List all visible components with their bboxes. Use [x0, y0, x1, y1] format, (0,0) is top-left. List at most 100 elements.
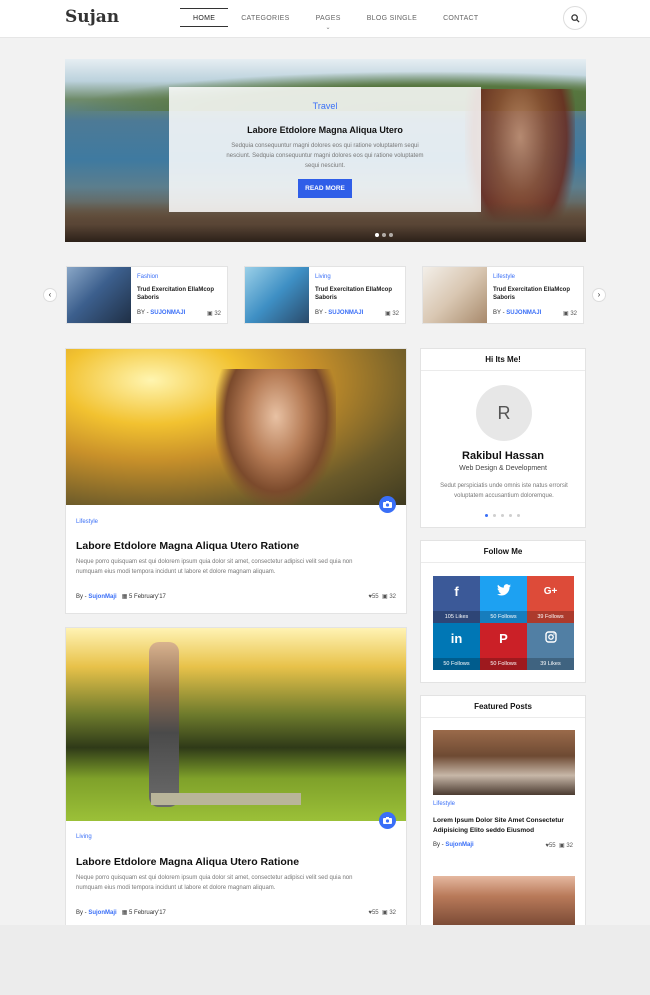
pinterest-icon: P — [499, 631, 508, 646]
mini-post-author: BY - SUJONMAJI — [137, 310, 186, 316]
featured-post-meta: By - SujonMaji — [433, 842, 474, 848]
nav-pages[interactable]: PAGES ⌄ — [303, 0, 354, 38]
featured-post-image[interactable] — [433, 876, 575, 926]
profile-description: Sedut perspiciatis unde omnis iste natus… — [440, 483, 568, 499]
mini-post-thumbnail[interactable] — [67, 267, 131, 323]
nav-categories[interactable]: CATEGORIES — [228, 0, 302, 38]
slider-dot[interactable] — [501, 514, 504, 517]
mini-post-thumbnail[interactable] — [245, 267, 309, 323]
hero-text: Sedquia consequuntur magni dolores eos q… — [226, 143, 424, 169]
site-header: Sujan HOME CATEGORIES PAGES ⌄ BLOG SINGL… — [0, 0, 650, 38]
comment-icon[interactable]: ▣ — [382, 910, 388, 916]
camera-icon[interactable] — [379, 496, 396, 513]
carousel-next-button[interactable]: › — [592, 288, 606, 302]
mini-post-card[interactable]: Lifestyle Trud Exercitation EllaMcop Sab… — [422, 266, 584, 324]
mini-post-title[interactable]: Trud Exercitation EllaMcop Saboris — [137, 287, 223, 302]
nav-pages-label: PAGES — [315, 15, 341, 22]
post-title[interactable]: Labore Etdolore Magna Aliqua Utero Ratio… — [76, 856, 299, 868]
site-logo[interactable]: Sujan — [65, 7, 119, 27]
chevron-down-icon: ⌄ — [325, 25, 331, 31]
comment-icon: ▣ — [206, 311, 213, 317]
post-excerpt: Neque porro quisquam est qui dolorem ips… — [76, 559, 353, 575]
pinterest-button[interactable]: P 50 Follows — [480, 623, 527, 670]
hero-title[interactable]: Labore Etdolore Magna Aliqua Utero — [169, 125, 481, 135]
search-button[interactable] — [563, 6, 587, 30]
post-meta: By - SujonMaji ▦ 5 February'17 — [76, 594, 166, 600]
featured-post-author[interactable]: SujonMaji — [445, 842, 473, 848]
page-footer-area — [0, 925, 650, 995]
hero-dots — [375, 233, 393, 237]
post-stats: ♥55 ▣ 32 — [368, 910, 396, 916]
calendar-icon: ▦ — [121, 594, 128, 600]
comment-icon: ▣ — [384, 311, 391, 317]
slider-dot[interactable] — [517, 514, 520, 517]
mini-post-comments: ▣ 32 — [562, 311, 577, 317]
slider-dot[interactable] — [375, 233, 379, 237]
post-date: 5 February'17 — [129, 910, 166, 916]
comment-icon[interactable]: ▣ — [559, 843, 565, 849]
post-image[interactable] — [66, 628, 406, 821]
social-grid: f 105 Likes 50 Follows G+ 39 Follows in … — [433, 576, 575, 670]
about-widget: Hi Its Me! R Rakibul Hassan Web Design &… — [420, 348, 586, 528]
camera-icon[interactable] — [379, 812, 396, 829]
mini-post-category[interactable]: Fashion — [137, 274, 158, 280]
featured-post-title[interactable]: Lorem Ipsum Dolor Site Amet Consectetur … — [433, 816, 575, 836]
featured-post-image[interactable] — [433, 730, 575, 795]
hero-caption: Travel Labore Etdolore Magna Aliqua Uter… — [169, 87, 481, 212]
post-author[interactable]: SujonMaji — [88, 594, 116, 600]
mini-post-author: BY - SUJONMAJI — [493, 310, 542, 316]
post-author[interactable]: SujonMaji — [88, 910, 116, 916]
post-date: 5 February'17 — [129, 594, 166, 600]
nav-blog-single[interactable]: BLOG SINGLE — [354, 0, 430, 38]
facebook-button[interactable]: f 105 Likes — [433, 576, 480, 623]
hero-slider[interactable]: Travel Labore Etdolore Magna Aliqua Uter… — [65, 59, 586, 242]
facebook-icon: f — [454, 584, 459, 599]
post-image-mat — [151, 793, 301, 805]
post-card: Lifestyle Labore Etdolore Magna Aliqua U… — [65, 348, 407, 614]
profile-slider-dots — [485, 514, 520, 517]
slider-dot[interactable] — [389, 233, 393, 237]
featured-post-category[interactable]: Lifestyle — [433, 801, 455, 807]
twitter-icon — [480, 584, 527, 599]
slider-dot[interactable] — [485, 514, 488, 517]
avatar[interactable]: R — [476, 385, 532, 441]
mini-post-category[interactable]: Lifestyle — [493, 274, 515, 280]
chevron-left-icon: ‹ — [48, 290, 52, 299]
mini-post-card[interactable]: Fashion Trud Exercitation EllaMcop Sabor… — [66, 266, 228, 324]
slider-dot[interactable] — [493, 514, 496, 517]
post-image[interactable] — [66, 349, 406, 505]
hero-category[interactable]: Travel — [169, 101, 481, 111]
google-plus-button[interactable]: G+ 39 Follows — [527, 576, 574, 623]
linkedin-button[interactable]: in 50 Follows — [433, 623, 480, 670]
mini-post-card[interactable]: Living Trud Exercitation EllaMcop Sabori… — [244, 266, 406, 324]
pinterest-count: 50 Follows — [480, 658, 527, 670]
post-category[interactable]: Lifestyle — [76, 519, 98, 525]
post-category[interactable]: Living — [76, 834, 92, 840]
mini-post-category[interactable]: Living — [315, 274, 331, 280]
post-title[interactable]: Labore Etdolore Magna Aliqua Utero Ratio… — [76, 540, 299, 552]
mini-post-thumbnail[interactable] — [423, 267, 487, 323]
twitter-count: 50 Follows — [480, 611, 527, 623]
post-image-person — [216, 369, 336, 505]
slider-dot[interactable] — [509, 514, 512, 517]
instagram-count: 39 Likes — [527, 658, 574, 670]
google-plus-count: 39 Follows — [527, 611, 574, 623]
main-nav: HOME CATEGORIES PAGES ⌄ BLOG SINGLE CONT… — [180, 0, 492, 38]
comment-icon[interactable]: ▣ — [382, 594, 388, 600]
google-plus-icon: G+ — [543, 586, 558, 597]
post-stats: ♥55 ▣ 32 — [368, 594, 396, 600]
instagram-button[interactable]: 39 Likes — [527, 623, 574, 670]
twitter-button[interactable]: 50 Follows — [480, 576, 527, 623]
read-more-button[interactable]: READ MORE — [298, 179, 352, 198]
profile-role: Web Design & Development — [459, 465, 547, 472]
carousel-prev-button[interactable]: ‹ — [43, 288, 57, 302]
about-widget-title: Hi Its Me! — [421, 349, 585, 371]
mini-post-title[interactable]: Trud Exercitation EllaMcop Saboris — [315, 287, 401, 302]
slider-dot[interactable] — [382, 233, 386, 237]
post-meta: By - SujonMaji ▦ 5 February'17 — [76, 910, 166, 916]
mini-post-comments: ▣ 32 — [206, 311, 221, 317]
mini-post-title[interactable]: Trud Exercitation EllaMcop Saboris — [493, 287, 579, 302]
nav-contact[interactable]: CONTACT — [430, 0, 491, 38]
nav-home[interactable]: HOME — [180, 0, 229, 38]
comment-icon: ▣ — [562, 311, 569, 317]
